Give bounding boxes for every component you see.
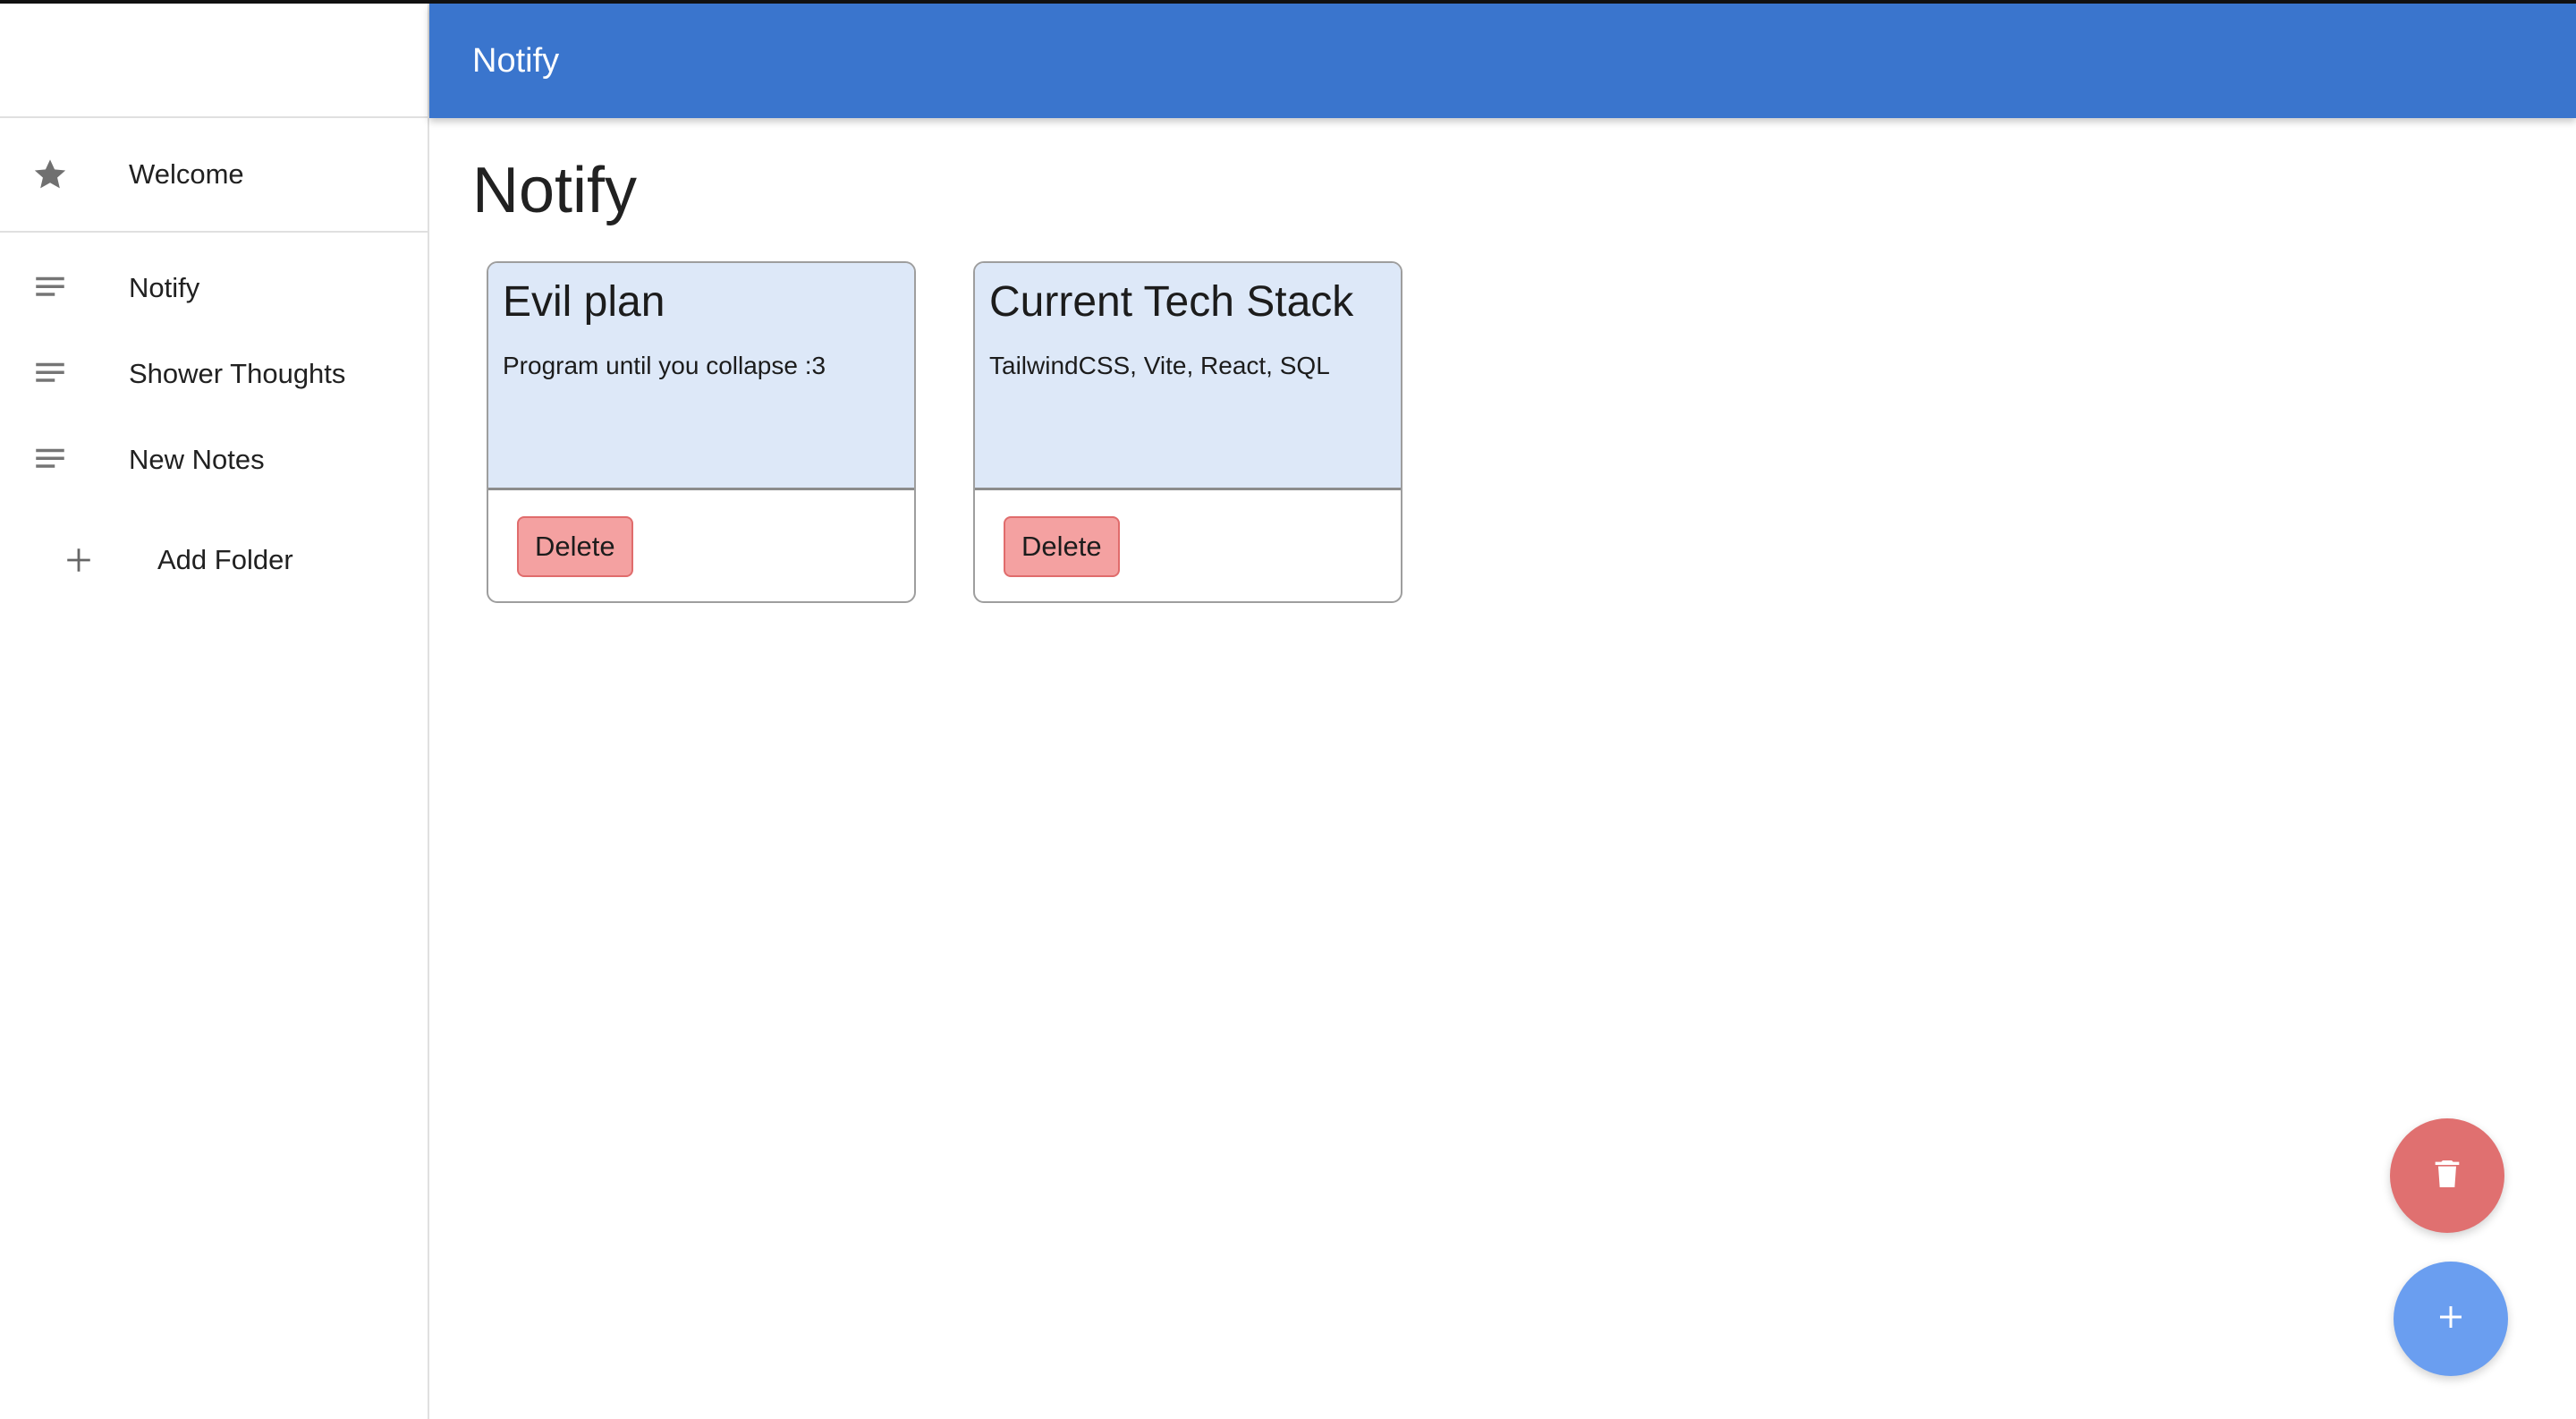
sidebar-item-label: Welcome [129, 158, 244, 190]
sidebar: Welcome Notify Shower Thoughts New Notes [0, 4, 429, 1419]
note-card-actions: Delete [488, 490, 914, 601]
sidebar-item-label: Shower Thoughts [129, 358, 346, 389]
app-title: Notify [472, 41, 560, 80]
note-card-actions: Delete [975, 490, 1401, 601]
sidebar-item-welcome[interactable]: Welcome [0, 118, 428, 233]
delete-note-button[interactable]: Delete [1004, 515, 1120, 577]
sidebar-header [0, 4, 428, 118]
star-icon [30, 155, 70, 194]
sidebar-item-shower-thoughts[interactable]: Shower Thoughts [0, 331, 428, 417]
note-card[interactable]: Evil plan Program until you collapse :3 … [487, 261, 916, 603]
delete-note-button[interactable]: Delete [517, 515, 633, 577]
sidebar-item-new-notes[interactable]: New Notes [0, 417, 428, 503]
note-card[interactable]: Current Tech Stack TailwindCSS, Vite, Re… [973, 261, 1402, 603]
notes-icon [30, 268, 70, 308]
plus-icon [2435, 1301, 2467, 1338]
note-text: Program until you collapse :3 [503, 351, 826, 379]
main-content: Notify Evil plan Program until you colla… [429, 118, 2576, 1419]
note-title: Evil plan [503, 278, 665, 326]
trash-icon [2429, 1156, 2465, 1196]
notes-icon [30, 440, 70, 480]
note-title: Current Tech Stack [989, 278, 1354, 326]
folder-list: Notify Shower Thoughts New Notes Add Fol… [0, 233, 428, 603]
sidebar-item-notify[interactable]: Notify [0, 245, 428, 331]
note-card-body: Evil plan Program until you collapse :3 [488, 263, 914, 490]
window-top-border [0, 0, 2576, 4]
add-folder-label: Add Folder [157, 544, 293, 575]
sidebar-item-label: New Notes [129, 444, 265, 475]
note-text: TailwindCSS, Vite, React, SQL [989, 351, 1330, 379]
page-title: Notify [472, 155, 638, 226]
plus-icon [59, 540, 98, 580]
app-bar: Notify [429, 4, 2576, 118]
delete-fab-button[interactable] [2390, 1118, 2504, 1233]
sidebar-item-label: Notify [129, 272, 200, 303]
note-card-body: Current Tech Stack TailwindCSS, Vite, Re… [975, 263, 1401, 490]
add-folder-button[interactable]: Add Folder [0, 517, 428, 603]
add-note-fab-button[interactable] [2394, 1262, 2508, 1376]
notes-icon [30, 354, 70, 394]
